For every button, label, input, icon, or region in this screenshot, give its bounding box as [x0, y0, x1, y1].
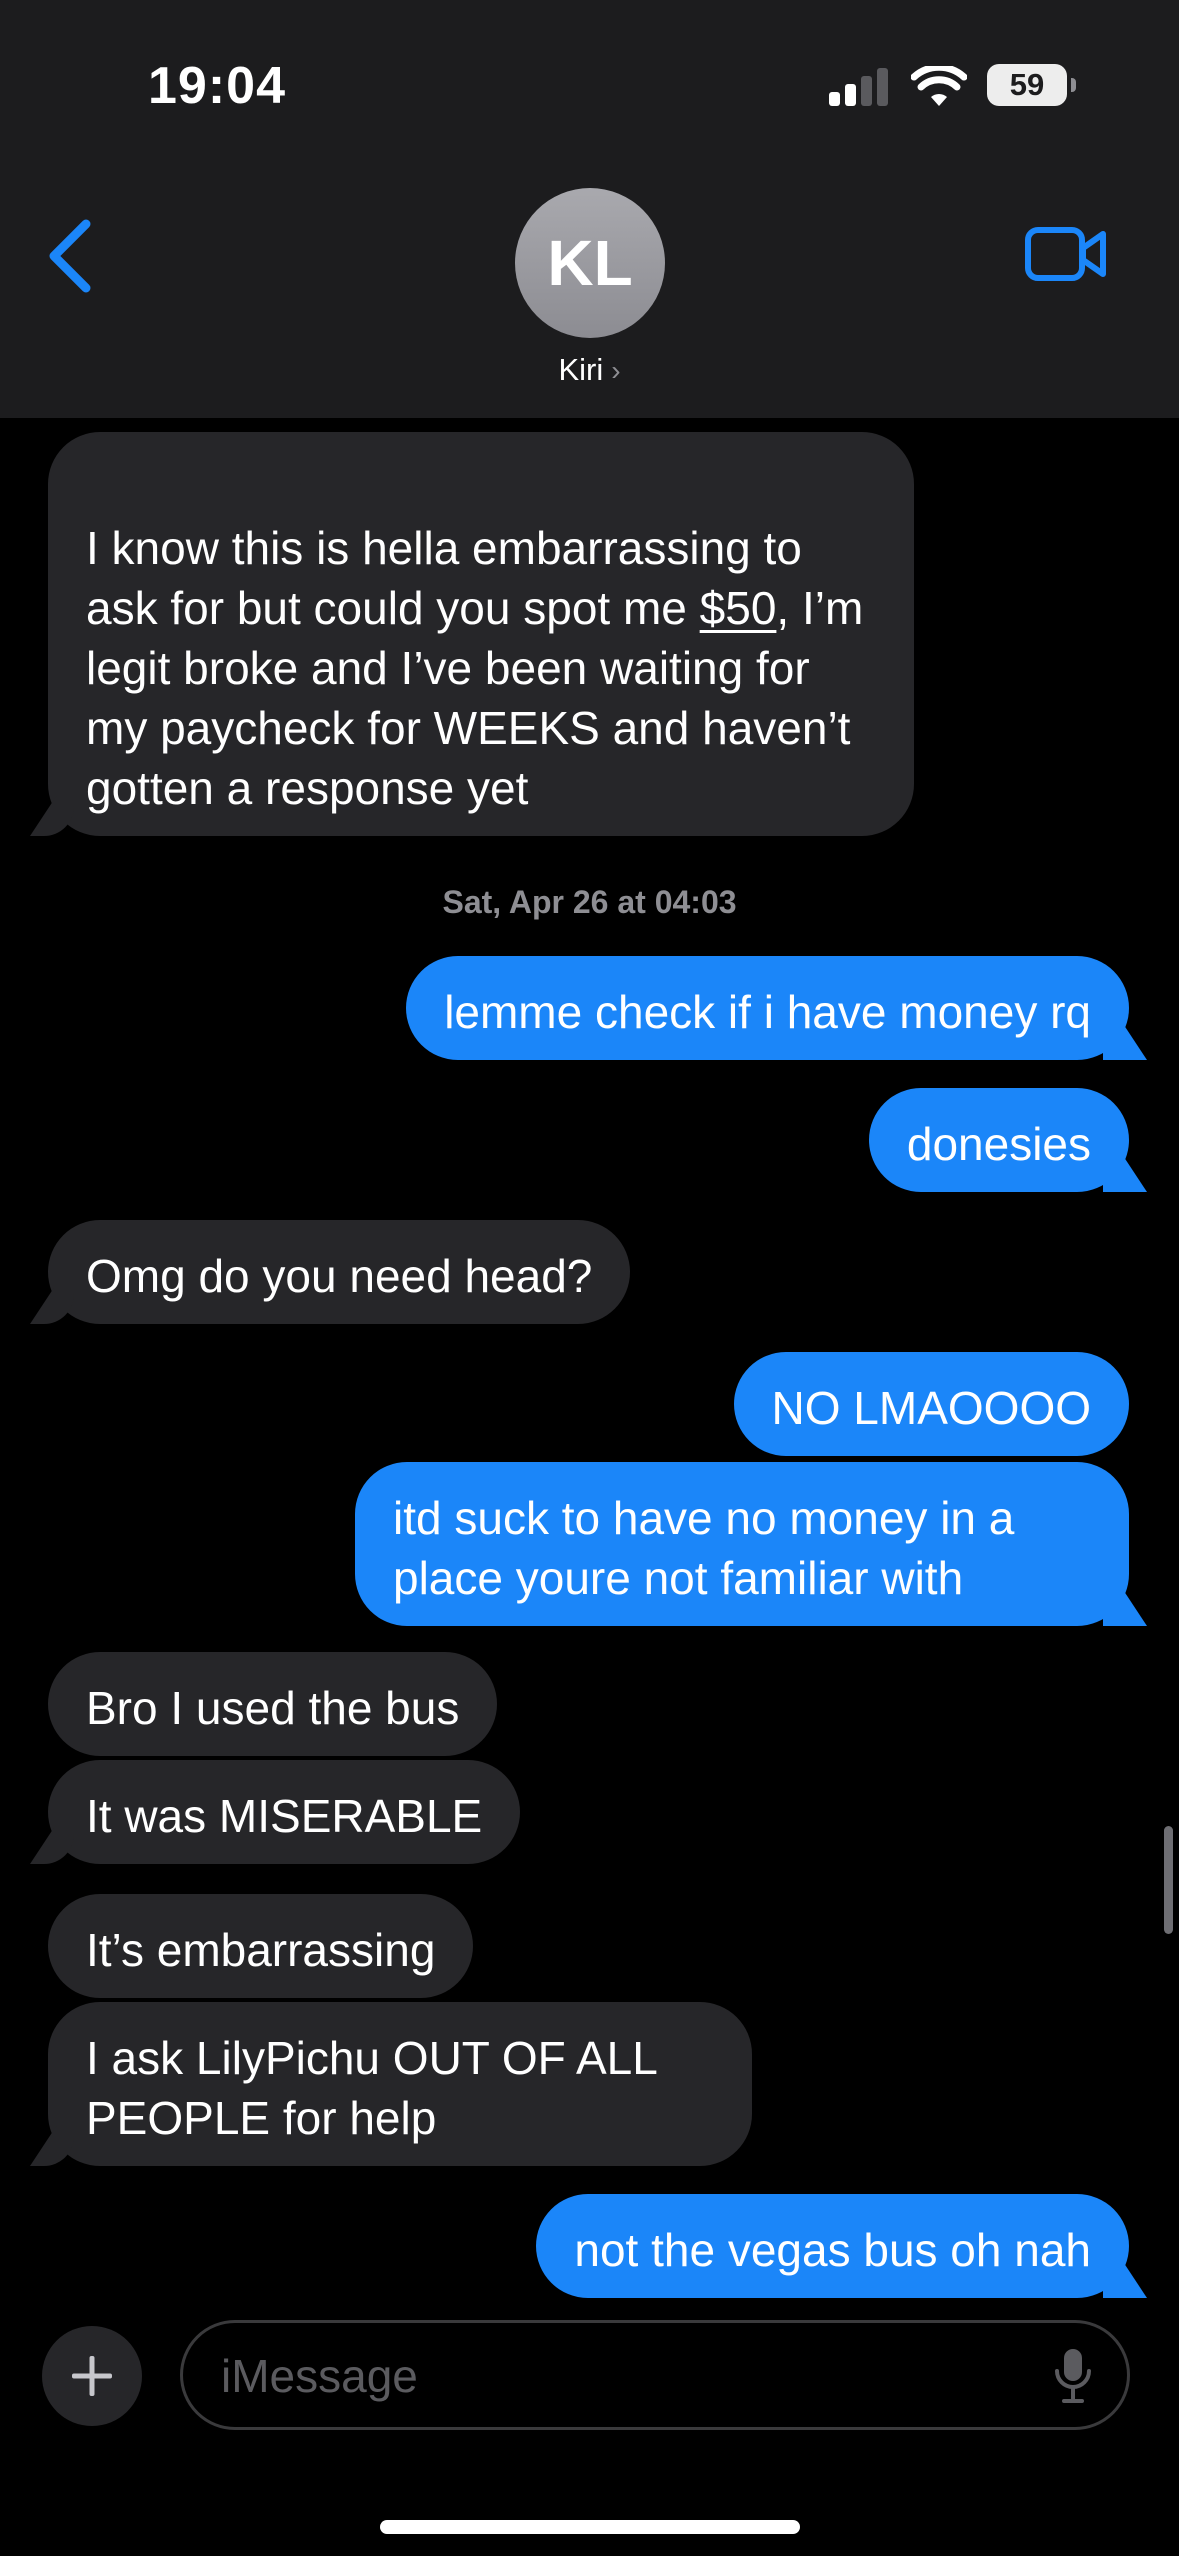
contact-name-button[interactable]: Kiri ›: [0, 352, 1179, 388]
message-bubble-incoming[interactable]: I ask LilyPichu OUT OF ALL PEOPLE for he…: [48, 2002, 752, 2166]
status-time: 19:04: [148, 57, 286, 115]
message-input[interactable]: [219, 2323, 1003, 2429]
contact-avatar[interactable]: KL: [515, 188, 665, 338]
video-camera-icon[interactable]: [1025, 226, 1107, 282]
message-bubble-outgoing[interactable]: lemme check if i have money rq: [406, 956, 1129, 1060]
status-icons: 59: [829, 60, 1076, 110]
scrollbar[interactable]: [1164, 1826, 1173, 1934]
message-bubble-outgoing[interactable]: NO LMAOOOO: [733, 1352, 1129, 1456]
battery-icon: 59: [987, 64, 1076, 106]
message-bubble-incoming[interactable]: It’s embarrassing: [48, 1894, 474, 1998]
wifi-icon: [911, 66, 967, 106]
cellular-signal-icon: [829, 66, 891, 106]
home-indicator[interactable]: [380, 2520, 800, 2534]
message-bubble-incoming[interactable]: Omg do you need head?: [48, 1220, 631, 1324]
message-text: I know this is hella embarrassing to ask…: [86, 522, 802, 634]
chevron-right-icon: ›: [611, 355, 621, 386]
message-bubble-incoming[interactable]: I know this is hella embarrassing to ask…: [48, 432, 914, 836]
message-bubble-incoming[interactable]: Bro I used the bus: [48, 1652, 498, 1756]
message-bubble-outgoing[interactable]: donesies: [868, 1088, 1129, 1192]
message-bubble-incoming[interactable]: It was MISERABLE: [48, 1760, 521, 1864]
back-chevron-icon[interactable]: [44, 218, 96, 294]
message-bubble-outgoing[interactable]: not the vegas bus oh nah: [536, 2194, 1129, 2298]
microphone-icon[interactable]: [1053, 2347, 1093, 2405]
message-input-container[interactable]: [180, 2320, 1130, 2430]
money-amount-link[interactable]: $50: [700, 582, 777, 634]
message-bubble-outgoing[interactable]: itd suck to have no money in a place you…: [355, 1462, 1129, 1626]
message-timestamp: Sat, Apr 26 at 04:03: [442, 884, 737, 920]
contact-name: Kiri: [558, 352, 604, 387]
add-attachment-button[interactable]: [42, 2326, 142, 2426]
navigation-header: 19:04 59 KL Kiri ›: [0, 0, 1179, 418]
